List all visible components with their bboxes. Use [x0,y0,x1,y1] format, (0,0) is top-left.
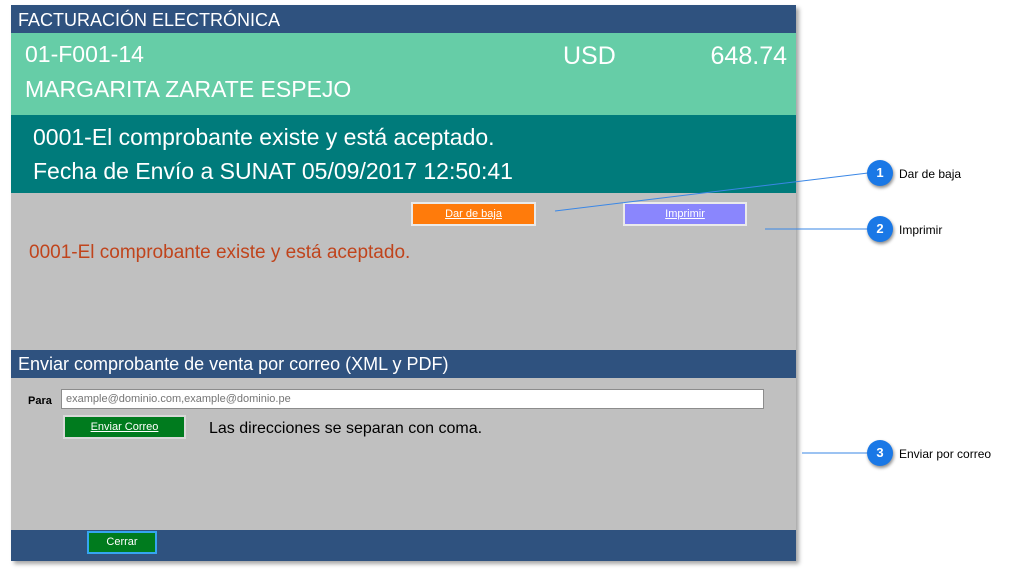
callout-label-1: Dar de baja [899,167,962,181]
callout-lines [554,172,869,454]
callout-badge-2: 2 [867,216,893,242]
callout-label-2: Imprimir [899,223,943,237]
callout-line-1 [554,172,869,212]
callout-badge-1: 1 [867,160,893,186]
callout-label-3: Enviar por correo [899,447,992,461]
callout-badge-3: 3 [867,440,893,466]
